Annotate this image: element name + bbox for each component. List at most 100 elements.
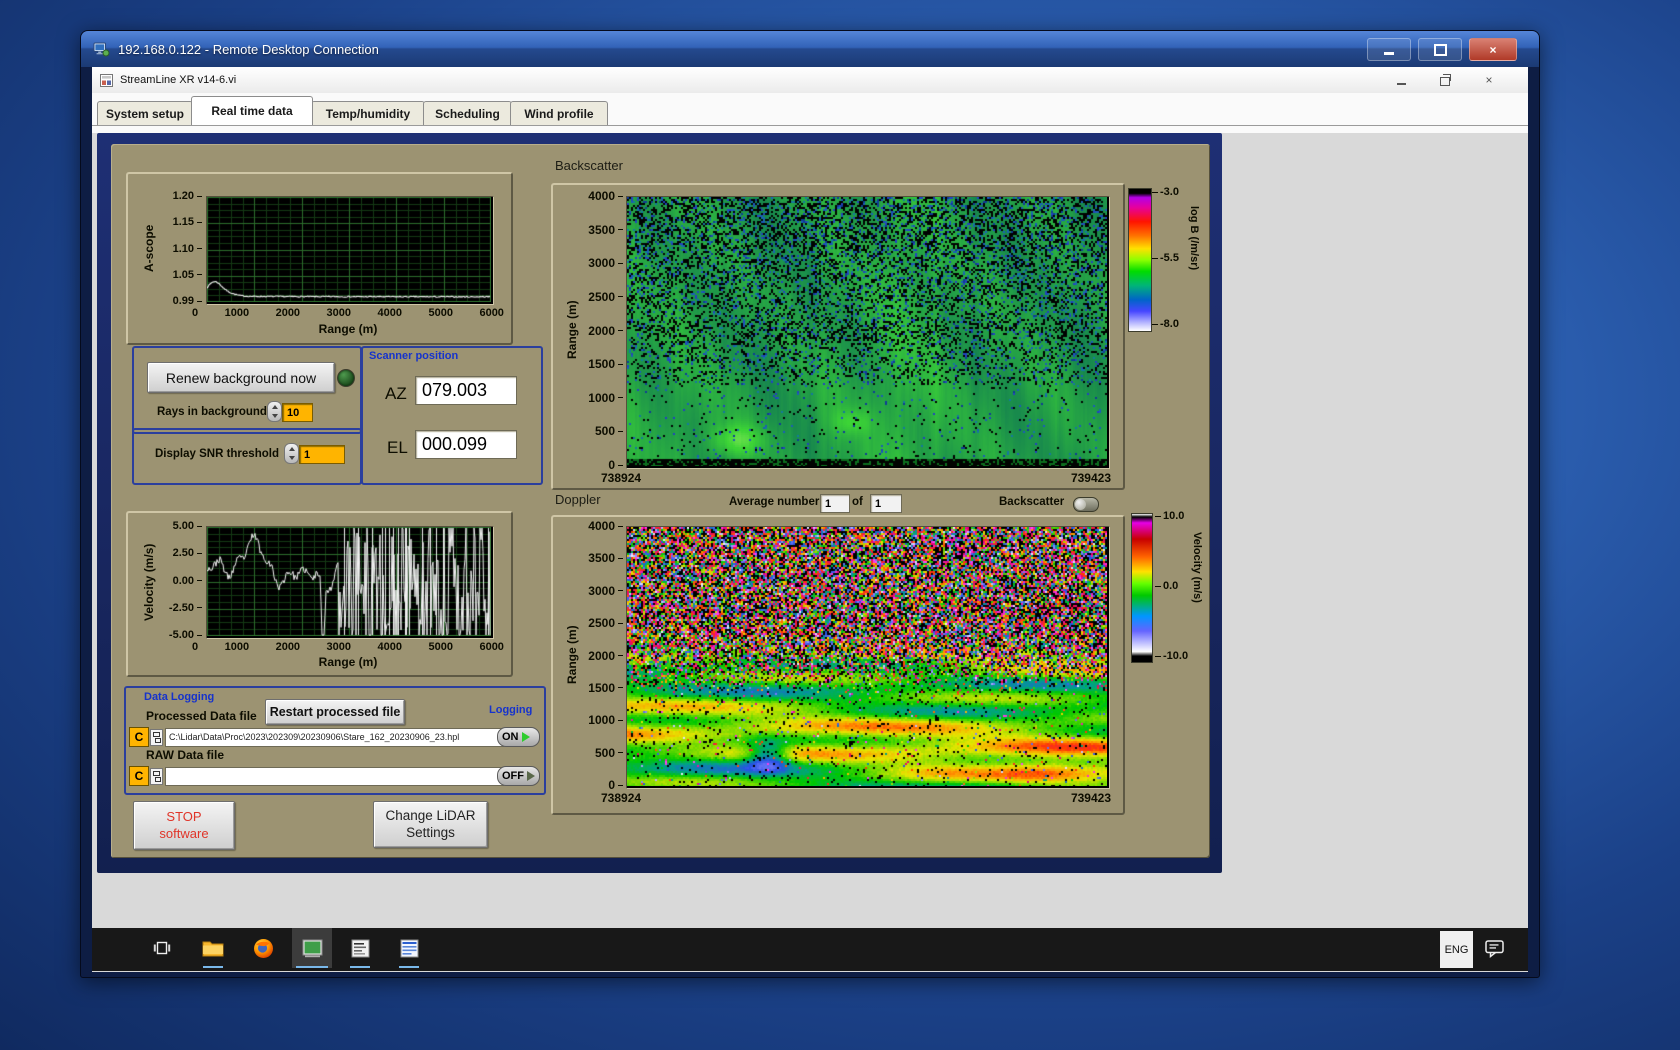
vi-window-title: StreamLine XR v14-6.vi [120, 74, 237, 86]
running-indicator [350, 966, 370, 968]
ascope-plot-area [206, 196, 494, 305]
processed-drive-box[interactable]: C [129, 727, 149, 747]
backscatter-doppler-toggle[interactable] [1073, 497, 1099, 512]
raw-path-row: C [129, 766, 504, 786]
doppler-x-left: 738924 [601, 791, 642, 805]
snr-value-field[interactable]: 1 [299, 445, 345, 464]
backscatter-x-left: 738924 [601, 471, 642, 485]
remote-desktop-icon [93, 41, 110, 57]
rays-spinner[interactable] [267, 401, 282, 422]
raw-logging-toggle-off[interactable]: OFF [497, 766, 540, 786]
doppler-x-right: 739423 [1070, 791, 1111, 805]
backscatter-graph: Range (m) 4000 3500 3000 2500 2000 1500 … [551, 183, 1125, 490]
doppler-graph: Range (m) 4000 3500 3000 2500 2000 1500 … [551, 515, 1125, 815]
toggle-knob [1075, 499, 1086, 510]
average-total-field[interactable]: 1 [870, 494, 902, 513]
rays-value-field[interactable]: 10 [282, 403, 313, 422]
rdp-maximize-button[interactable] [1418, 38, 1462, 61]
rdp-window-title: 192.168.0.122 - Remote Desktop Connectio… [118, 41, 379, 57]
vi-window-icon [100, 73, 113, 87]
ascope-x-axis-label: Range (m) [318, 322, 378, 336]
vi-close-button[interactable]: × [1474, 71, 1504, 88]
velocity-canvas [207, 527, 491, 636]
chat-icon[interactable] [1484, 938, 1505, 964]
raw-drive-box[interactable]: C [129, 766, 149, 786]
language-indicator[interactable]: ENG [1440, 931, 1473, 968]
stop-software-button[interactable]: STOP software [133, 801, 235, 850]
data-logging-groupbox: Data Logging Processed Data file Restart… [124, 686, 546, 795]
raw-path-field[interactable] [165, 766, 504, 786]
scanner-position-title: Scanner position [369, 350, 459, 362]
running-indicator [296, 966, 328, 968]
backscatter-canvas [627, 197, 1107, 466]
velocity-x-axis-label: Range (m) [318, 655, 378, 669]
front-panel: A-scope 1.20 1.15 1.10 1.05 0.99 0 1000 … [111, 144, 1210, 858]
rdp-minimize-button[interactable] [1367, 38, 1411, 61]
of-label: of [852, 496, 863, 508]
processed-path-row: C C:\Lidar\Data\Proc\2023\202309\2023090… [129, 727, 504, 747]
desktop: 192.168.0.122 - Remote Desktop Connectio… [0, 0, 1680, 1050]
doppler-canvas [627, 527, 1107, 786]
raw-browse-icon[interactable] [150, 767, 163, 785]
ascope-y-axis-label: A-scope [142, 224, 156, 272]
backscatter-plot-area [626, 196, 1110, 469]
renew-background-led [337, 369, 355, 387]
doppler-cb-tick-2: -10.0 [1155, 650, 1188, 662]
backscatter-toggle-label: Backscatter [999, 496, 1065, 508]
doppler-y-axis-label: Range (m) [565, 625, 579, 685]
ascope-canvas [207, 197, 491, 302]
remote-desktop-view: StreamLine XR v14-6.vi × System setup Re… [92, 67, 1528, 972]
rdp-titlebar: 192.168.0.122 - Remote Desktop Connectio… [81, 31, 1539, 67]
notes-app-button[interactable] [389, 928, 429, 968]
rdp-window: 192.168.0.122 - Remote Desktop Connectio… [80, 30, 1540, 978]
tab-scheduling[interactable]: Scheduling [423, 101, 512, 125]
off-led-icon [527, 771, 535, 781]
snr-spinner[interactable] [284, 443, 299, 464]
average-number-label: Average number [729, 496, 820, 508]
firefox-button[interactable] [243, 928, 283, 968]
el-label: EL [387, 438, 408, 457]
average-number-field[interactable]: 1 [820, 494, 850, 513]
scan-schedule-app-button[interactable] [340, 928, 380, 968]
doppler-yticks: 4000 3500 3000 2500 2000 1500 1000 500 0 [579, 519, 623, 792]
snr-groupbox: Display SNR threshold 1 [132, 428, 362, 485]
doppler-cb-tick-0: 10.0 [1155, 510, 1184, 522]
rdp-close-button[interactable]: × [1469, 38, 1517, 61]
backscatter-yticks: 4000 3500 3000 2500 2000 1500 1000 500 0 [579, 189, 623, 472]
backscatter-cb-tick-2: -8.0 [1152, 318, 1179, 330]
processed-logging-toggle-on[interactable]: ON [497, 727, 540, 747]
change-lidar-settings-button[interactable]: Change LiDAR Settings [373, 801, 488, 848]
backscatter-colorbar [1128, 188, 1152, 332]
velocity-xticks: 0 1000 2000 3000 4000 5000 6000 [192, 641, 504, 653]
az-label: AZ [385, 384, 407, 403]
el-value-field[interactable]: 000.099 [415, 430, 517, 459]
vi-minimize-button[interactable] [1386, 71, 1416, 88]
velocity-graph: Velocity (m/s) 5.00 2.50 0.00 -2.50 -5.0… [126, 511, 513, 677]
tab-temp-humidity[interactable]: Temp/humidity [311, 101, 425, 125]
renew-background-button[interactable]: Renew background now [147, 362, 335, 393]
remote-taskbar: ENG [92, 928, 1528, 971]
ascope-xticks: 0 1000 2000 3000 4000 5000 6000 [192, 307, 504, 319]
tab-real-time-data[interactable]: Real time data [191, 96, 313, 125]
backscatter-y-axis-label: Range (m) [565, 300, 579, 360]
tab-wind-profile[interactable]: Wind profile [510, 101, 608, 125]
data-logging-title: Data Logging [144, 691, 215, 703]
doppler-cb-label: Velocity (m/s) [1191, 532, 1203, 603]
rays-in-background-label: Rays in background [157, 406, 267, 418]
processed-path-field[interactable]: C:\Lidar\Data\Proc\2023\202309\20230906\… [165, 727, 504, 747]
background-groupbox: Renew background now Rays in background … [132, 346, 362, 434]
velocity-y-axis-label: Velocity (m/s) [142, 543, 156, 621]
backscatter-cb-label: log B (/m/sr) [1188, 206, 1200, 271]
backscatter-cb-tick-0: -3.0 [1152, 186, 1179, 198]
raw-data-file-label: RAW Data file [146, 748, 225, 762]
task-view-button[interactable] [142, 928, 182, 968]
doppler-cb-tick-1: 0.0 [1155, 580, 1178, 592]
file-explorer-button[interactable] [193, 928, 233, 968]
tab-system-setup[interactable]: System setup [97, 101, 193, 125]
vi-restore-button[interactable] [1430, 71, 1460, 88]
processed-browse-icon[interactable] [150, 728, 163, 746]
az-value-field[interactable]: 079.003 [415, 376, 517, 405]
streamline-app-button[interactable] [292, 928, 332, 968]
velocity-yticks: 5.00 2.50 0.00 -2.50 -5.00 [158, 520, 202, 641]
restart-processed-file-button[interactable]: Restart processed file [265, 699, 405, 725]
